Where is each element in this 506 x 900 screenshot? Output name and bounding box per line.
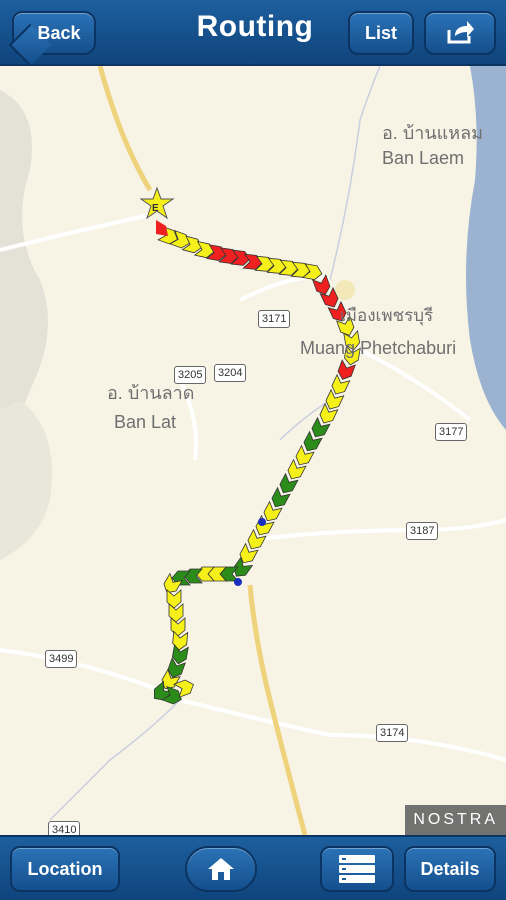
map-label-mueang-thai: เมืองเพชรบุรี [340, 306, 434, 325]
road-number: 3205 [174, 366, 207, 384]
road-number: 3410 [48, 821, 81, 835]
back-button-label: Back [37, 22, 81, 43]
route-overlay [139, 186, 362, 707]
home-button[interactable] [185, 846, 257, 892]
road-number: 3177 [435, 423, 468, 441]
route-map[interactable]: E อ. บ้านแหลม Ban Laem เมืองเพชรบุรี Mua… [0, 66, 506, 835]
map-label-mueang: Muang Phetchaburi [300, 338, 457, 358]
list-button-label: List [364, 22, 397, 43]
road-number: 3204 [214, 364, 247, 382]
map-label-ban-laem-thai: อ. บ้านแหลม [382, 123, 484, 143]
menu-button[interactable] [320, 846, 394, 892]
list-button[interactable]: List [348, 11, 414, 55]
start-marker-label: E [152, 203, 159, 214]
list-menu-icon [339, 855, 375, 883]
location-button-label: Location [27, 858, 103, 879]
bottom-toolbar: Location Details [0, 835, 506, 900]
top-navigation-bar: Back Routing List [0, 0, 506, 67]
map-label-ban-laem: Ban Laem [382, 148, 465, 168]
road-number: 3499 [45, 650, 78, 668]
nostra-watermark: NOSTRA [405, 805, 506, 835]
home-icon [208, 858, 234, 880]
details-button[interactable]: Details [404, 846, 496, 892]
share-icon [447, 21, 474, 44]
road-number: 3174 [376, 724, 409, 742]
details-button-label: Details [420, 858, 480, 879]
road-number: 3171 [258, 310, 291, 328]
route-path [149, 226, 362, 707]
back-button[interactable]: Back [8, 11, 96, 67]
road-number: 3187 [406, 522, 439, 540]
page-title: Routing [196, 10, 314, 43]
map-label-ban-lat: Ban Lat [114, 412, 177, 432]
share-button[interactable] [424, 11, 496, 55]
location-button[interactable]: Location [10, 846, 120, 892]
